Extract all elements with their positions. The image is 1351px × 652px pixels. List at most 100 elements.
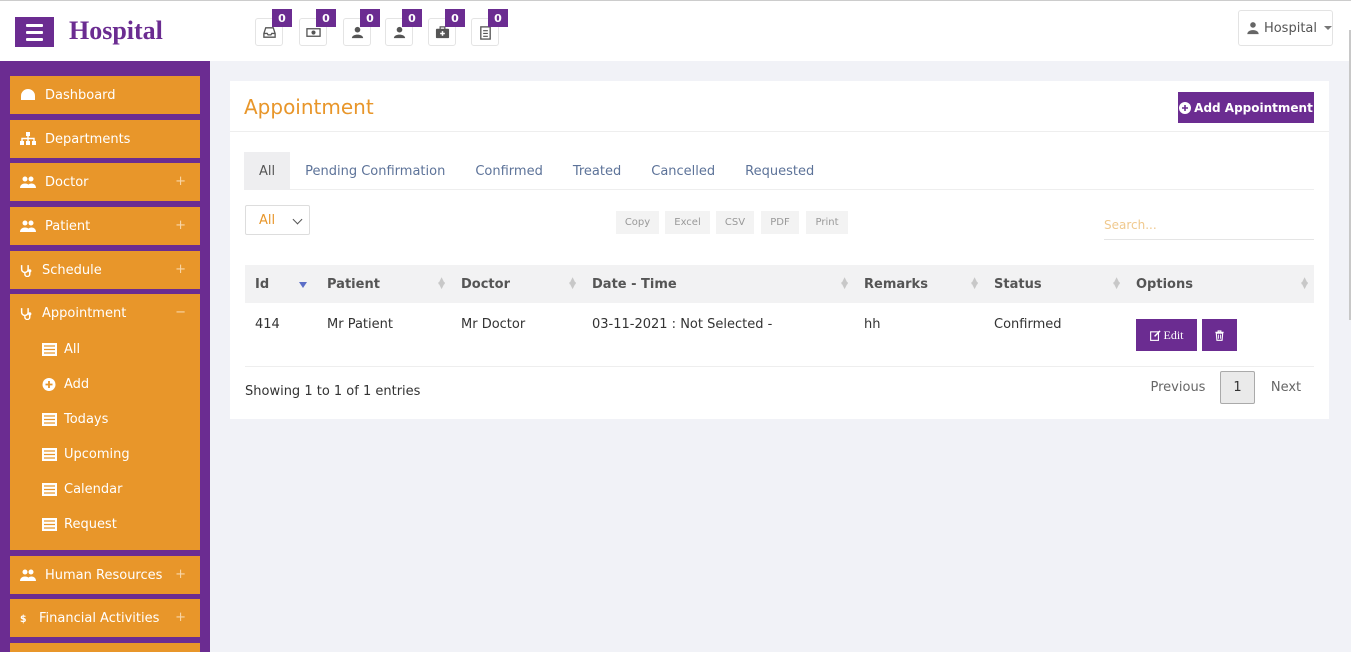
column-header-patient[interactable]: Patient ▲ ▼ [317,265,451,303]
caret-down-icon [1324,26,1332,30]
sidebar-subitem-request[interactable]: Request [10,507,200,542]
brand-logo[interactable]: Hospital [69,16,163,46]
page-title: Appointment [244,95,374,119]
notification-count: 0 [272,9,292,27]
payment-notification-button[interactable]: 0 [299,9,336,46]
column-header-doctor[interactable]: Doctor ▲ ▼ [451,265,582,303]
sidebar-item-appointment[interactable]: Appointment − All Add Todays Upcoming Ca… [10,294,200,550]
tab-confirmed[interactable]: Confirmed [460,152,558,190]
sort-icon: ▲ ▼ [438,276,445,291]
sidebar-subitem-label: Upcoming [64,447,130,462]
pdf-button[interactable]: PDF [761,211,799,234]
status-tabs: All Pending Confirmation Confirmed Treat… [244,152,1314,190]
appointments-table: Id Patient ▲ ▼ Doctor ▲ ▼ Date - Time ▲ ▼ Rema… [245,265,1314,367]
sidebar-item-label: Appointment [42,305,127,321]
notification-count: 0 [445,9,465,27]
users-icon [20,220,36,232]
sidebar-item-label: Human Resources [45,567,163,583]
patient-notification-button[interactable]: 0 [343,9,380,46]
pagination-next[interactable]: Next [1265,371,1307,404]
cell-options: Edit [1126,303,1314,366]
csv-button[interactable]: CSV [716,211,754,234]
column-header-status[interactable]: Status ▲ ▼ [984,265,1126,303]
copy-button[interactable]: Copy [616,211,659,234]
medical-notification-button[interactable]: 0 [428,9,465,46]
sort-desc-icon [299,282,307,288]
expand-icon: + [175,174,186,189]
tab-treated[interactable]: Treated [558,152,636,190]
search-input[interactable] [1104,210,1314,240]
sidebar-item-schedule[interactable]: Schedule + [10,251,200,289]
pagination-page-1[interactable]: 1 [1220,371,1255,404]
pagination-previous[interactable]: Previous [1146,371,1210,404]
delete-button[interactable] [1202,319,1237,351]
top-header: Hospital 0 0 0 0 0 0 Hospital [0,0,1351,61]
sidebar-subitem-all[interactable]: All [10,332,200,367]
sidebar-item-patient[interactable]: Patient + [10,207,200,245]
column-header-id[interactable]: Id [245,265,317,303]
entries-length-value: All [259,212,276,228]
sidebar-item-human-resources[interactable]: Human Resources + [10,556,200,594]
add-appointment-button[interactable]: Add Appointment [1178,92,1314,123]
cell-patient: Mr Patient [327,317,393,332]
entries-length-select[interactable]: All [245,205,310,235]
column-header-remarks[interactable]: Remarks ▲ ▼ [854,265,984,303]
sidebar-item-label: Departments [45,131,131,147]
tab-all[interactable]: All [244,152,291,190]
column-header-options[interactable]: Options ▲ ▼ [1126,265,1314,303]
column-header-label: Id [255,276,270,292]
user-menu-button[interactable]: Hospital [1238,10,1333,46]
list-icon [42,518,57,531]
sidebar-subitem-calendar[interactable]: Calendar [10,472,200,507]
cell-status: Confirmed [994,317,1062,332]
edit-icon [1149,329,1161,341]
sidebar-item-label: Financial Activities [39,610,160,626]
dollar-icon: $ [20,614,27,625]
cell-doctor: Mr Doctor [461,317,526,332]
sidebar: Dashboard Departments Doctor + Patient +… [0,61,210,652]
column-header-date-time[interactable]: Date - Time ▲ ▼ [582,265,854,303]
sidebar-item-label: Doctor [45,174,89,190]
sidebar-item-dashboard[interactable]: Dashboard [10,76,200,114]
tab-pending-confirmation[interactable]: Pending Confirmation [290,152,460,190]
column-header-label: Status [994,276,1042,292]
user-md-icon [1247,22,1259,35]
sidebar-item-departments[interactable]: Departments [10,120,200,158]
report-notification-button[interactable]: 0 [471,9,508,46]
sidebar-item-label: Dashboard [45,87,116,103]
users-icon [20,569,36,581]
svg-text:$: $ [20,614,27,625]
doctor-notification-button[interactable]: 0 [385,9,422,46]
expand-icon: + [175,262,186,277]
appointment-panel: Appointment Add Appointment All Pending … [230,81,1329,419]
list-icon [42,483,57,496]
menu-toggle-button[interactable] [15,17,54,47]
print-button[interactable]: Print [806,211,848,234]
inbox-notification-button[interactable]: 0 [255,9,292,46]
sort-icon: ▲ ▼ [1113,276,1120,291]
sidebar-item-doctor[interactable]: Doctor + [10,163,200,201]
sidebar-item-label: Patient [45,218,91,234]
sidebar-subitem-label: Request [64,517,117,532]
excel-button[interactable]: Excel [665,211,710,234]
expand-icon: + [175,610,186,625]
sort-icon: ▲ ▼ [1301,276,1308,291]
sidebar-item-more[interactable] [10,643,200,652]
sidebar-item-financial-activities[interactable]: $ Financial Activities + [10,599,200,637]
cell-remarks: hh [864,317,881,332]
sidebar-subitem-upcoming[interactable]: Upcoming [10,437,200,472]
stethoscope-icon [20,265,32,277]
edit-button[interactable]: Edit [1136,319,1197,351]
cell-id: 414 [255,317,280,332]
sort-icon: ▲ ▼ [841,276,848,291]
tab-requested[interactable]: Requested [730,152,829,190]
table-header-row: Id Patient ▲ ▼ Doctor ▲ ▼ Date - Time ▲ ▼ Rema… [245,265,1314,303]
users-icon [20,176,36,188]
sidebar-subitem-todays[interactable]: Todays [10,402,200,437]
list-icon [42,413,57,426]
sidebar-subitem-label: Todays [64,412,109,427]
table-row: 414 Mr Patient Mr Doctor 03-11-2021 : No… [245,303,1314,366]
sidebar-subitem-add[interactable]: Add [10,367,200,402]
column-header-label: Remarks [864,276,928,292]
tab-cancelled[interactable]: Cancelled [636,152,730,190]
